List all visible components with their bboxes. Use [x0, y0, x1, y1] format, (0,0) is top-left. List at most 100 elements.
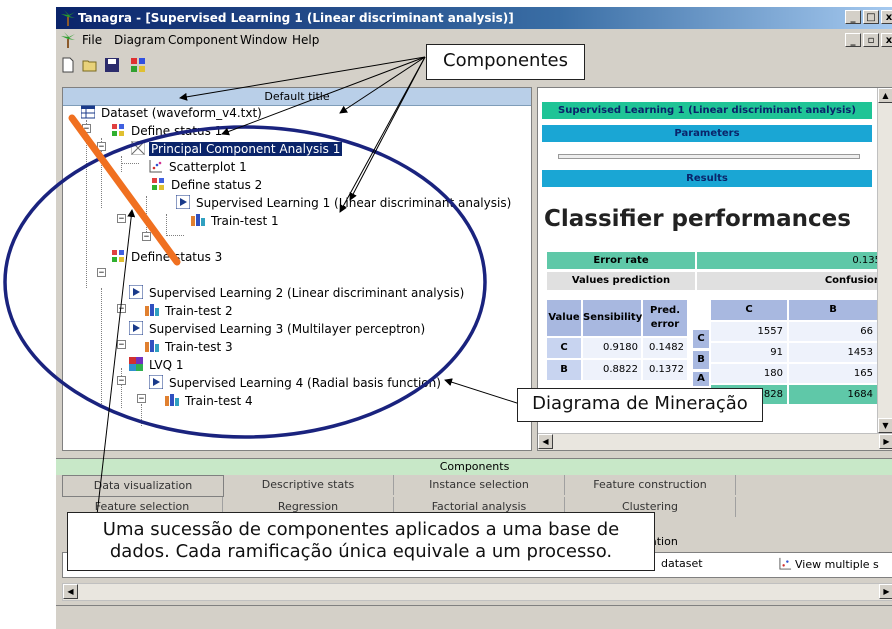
menu-component[interactable]: Component	[168, 33, 238, 47]
tree-node-train-test-2[interactable]: Train-test 2	[145, 302, 235, 320]
tab-feature-construction[interactable]: Feature construction	[565, 475, 736, 495]
scroll-right-button[interactable]: ▶	[879, 434, 892, 449]
report-header: Supervised Learning 1 (Linear discrimina…	[542, 102, 872, 119]
tree-node-label: Supervised Learning 4 (Radial basis func…	[169, 376, 441, 390]
conf-cell: 165	[788, 363, 878, 384]
list-item-label: View multiple s	[795, 558, 879, 571]
tree-node-define-status-2[interactable]: Define status 2	[151, 176, 264, 194]
conf-cell: 66	[788, 321, 878, 342]
diagrama-callout: Diagrama de Mineração	[517, 388, 763, 422]
row-sensibility: 0.9180	[582, 337, 642, 359]
menu-window[interactable]: Window	[240, 33, 287, 47]
components-title: Components	[56, 458, 892, 475]
tree-node-label: Define status 3	[131, 250, 223, 264]
lvq-icon	[129, 357, 143, 371]
tree-node-supervised-learning-2[interactable]: Supervised Learning 2 (Linear discrimina…	[129, 284, 466, 302]
tree-node-pca-1[interactable]: Principal Component Analysis 1	[131, 140, 344, 158]
collapse-toggle[interactable]: −	[142, 232, 151, 242]
tab-descriptive-stats[interactable]: Descriptive stats	[223, 475, 394, 495]
mdi-minimize-button[interactable]: _	[845, 33, 861, 47]
define-status-icon	[152, 178, 164, 190]
conf-cell: 1453	[788, 342, 878, 363]
play-icon	[149, 375, 163, 389]
scroll-left-button[interactable]: ◀	[63, 584, 78, 599]
collapse-toggle[interactable]: −	[97, 268, 106, 278]
report-horizontal-scrollbar[interactable]: ◀ ▶	[538, 433, 892, 450]
mdi-restore-button[interactable]: ▫	[863, 33, 879, 47]
collapse-toggle[interactable]: −	[137, 394, 146, 404]
conf-col-header: B	[788, 299, 878, 321]
tab-instance-selection[interactable]: Instance selection	[394, 475, 565, 495]
tab-data-visualization[interactable]: Data visualization	[62, 475, 224, 497]
error-rate-value: 0.135	[696, 251, 886, 270]
menu-file[interactable]: File	[82, 33, 102, 47]
scroll-down-button[interactable]: ▼	[878, 418, 892, 433]
results-bar: Results	[542, 170, 872, 187]
tree-node-supervised-learning-4[interactable]: Supervised Learning 4 (Radial basis func…	[149, 374, 443, 392]
tree-node-scatterplot-1[interactable]: Scatterplot 1	[149, 158, 249, 176]
tree-node-label: Define status 2	[171, 178, 263, 192]
save-icon[interactable]	[104, 57, 120, 73]
confusion-header: Confusion	[696, 271, 886, 291]
title-bar: Tanagra - [Supervised Learning 1 (Linear…	[56, 7, 892, 29]
row-sensibility: 0.8822	[582, 359, 642, 381]
row-value: B	[546, 359, 582, 381]
scroll-up-button[interactable]: ▲	[878, 88, 892, 103]
palm-tree-icon	[61, 10, 75, 26]
list-item-view-multiple[interactable]: View multiple s	[779, 557, 879, 571]
tree-node-train-test-1[interactable]: Train-test 1	[191, 212, 281, 230]
tree-node-label: Train-test 2	[165, 304, 233, 318]
menu-diagram[interactable]: Diagram	[114, 33, 166, 47]
table-icon	[81, 105, 95, 119]
row-pred-error: 0.1482	[642, 337, 688, 359]
scatterplot-icon	[779, 557, 792, 570]
components-horizontal-scrollbar[interactable]: ◀ ▶	[62, 583, 892, 601]
menu-help[interactable]: Help	[292, 33, 319, 47]
col-pred-error-header: Pred. error	[642, 299, 688, 337]
scroll-right-button[interactable]: ▶	[879, 584, 892, 599]
collapse-toggle[interactable]: −	[82, 124, 91, 134]
report-vertical-scrollbar[interactable]: ▲ ▼	[877, 88, 892, 433]
tree-node-label: Principal Component Analysis 1	[147, 141, 344, 157]
row-pred-error: 0.1372	[642, 359, 688, 381]
tree-node-label: Scatterplot 1	[169, 160, 247, 174]
play-icon	[129, 285, 143, 299]
conf-cell: 180	[710, 363, 788, 384]
conf-col-header: C	[710, 299, 788, 321]
collapse-toggle[interactable]: −	[97, 142, 106, 152]
new-file-icon[interactable]	[60, 57, 76, 73]
tree-node-define-status-1[interactable]: Define status 1	[111, 122, 224, 140]
play-icon	[129, 321, 143, 335]
tree-node-train-test-4[interactable]: Train-test 4	[165, 392, 255, 410]
collapse-toggle[interactable]: −	[117, 214, 126, 224]
collapse-toggle[interactable]: −	[117, 304, 126, 314]
collapse-toggle[interactable]: −	[117, 340, 126, 350]
tree-node-dataset[interactable]: Dataset (waveform_v4.txt)	[81, 104, 264, 122]
sucessao-callout: Uma sucessão de componentes aplicados a …	[67, 512, 655, 571]
component-palette-icon[interactable]	[130, 57, 146, 73]
tree-node-define-status-3[interactable]: Define status 3	[111, 248, 224, 266]
conf-total-cell: 1684	[788, 384, 878, 405]
status-bar	[56, 605, 892, 628]
train-test-icon	[165, 394, 179, 406]
collapse-toggle[interactable]: −	[117, 376, 126, 386]
train-test-icon	[191, 214, 205, 226]
close-button[interactable]: x	[881, 10, 892, 24]
tree-node-label: Supervised Learning 2 (Linear discrimina…	[149, 286, 465, 300]
scatterplot-icon	[149, 160, 162, 173]
maximize-button[interactable]: □	[863, 10, 879, 24]
row-value: C	[546, 337, 582, 359]
diagram-tree: − − − − − − − − − Dataset (waveform_v4.t…	[63, 104, 531, 450]
col-value-header: Value	[546, 299, 582, 337]
tree-node-lvq-1[interactable]: LVQ 1	[129, 356, 185, 374]
parameters-bar: Parameters	[542, 125, 872, 142]
train-test-icon	[145, 304, 159, 316]
open-folder-icon[interactable]	[82, 57, 98, 73]
minimize-button[interactable]: _	[845, 10, 861, 24]
tree-node-supervised-learning-3[interactable]: Supervised Learning 3 (Multilayer percep…	[129, 320, 427, 338]
tree-node-supervised-learning-1[interactable]: Supervised Learning 1 (Linear discrimina…	[176, 194, 513, 212]
list-item-dataset[interactable]: dataset	[661, 557, 703, 570]
mdi-close-button[interactable]: x	[881, 33, 892, 47]
tree-node-train-test-3[interactable]: Train-test 3	[145, 338, 235, 356]
scroll-left-button[interactable]: ◀	[538, 434, 553, 449]
